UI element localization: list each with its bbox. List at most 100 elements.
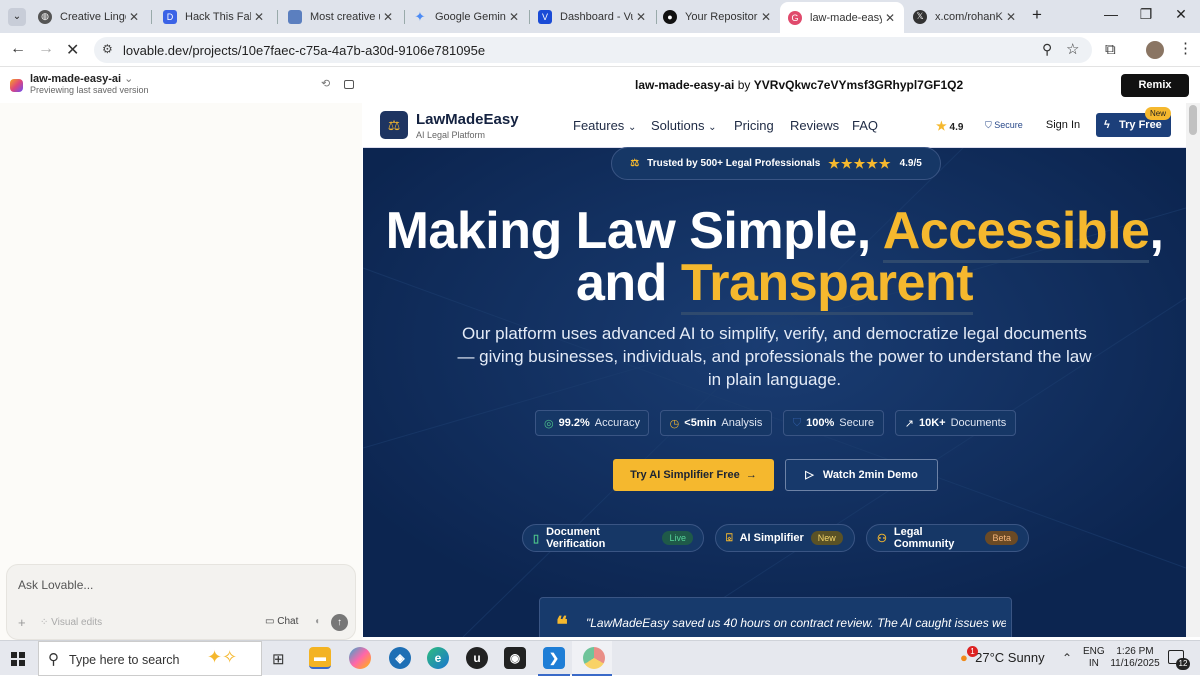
copilot-icon[interactable] [349,647,371,669]
feature-legal-community[interactable]: ⚇ Legal Community Beta [866,524,1029,552]
github-icon: ● [663,9,677,24]
watch-demo-button[interactable]: ▷ Watch 2min Demo [785,459,938,491]
play-icon: ▷ [805,469,814,481]
stat-analysis: ◷ <5min Analysis [660,410,772,436]
close-tab-icon[interactable]: ✕ [882,11,898,25]
hero-subtitle: Our platform uses advanced AI to simplif… [457,324,1092,389]
arrow-right-icon: → [745,469,757,481]
close-tab-icon[interactable]: ✕ [251,10,267,24]
remix-button[interactable]: Remix [1121,74,1189,97]
sidebar-toggle-icon[interactable] [344,80,354,89]
browser-tab-strip: ⌄ ◍ Creative Lingo.d ✕ D Hack This Fall … [0,0,1200,33]
close-tab-icon[interactable]: ✕ [633,10,649,24]
bookmark-star-icon[interactable]: ☆ [1066,40,1079,58]
windows-start-icon[interactable] [11,652,25,666]
shield-icon: ⛉ [792,416,802,429]
feature-document-verification[interactable]: ▯ Document Verification Live [522,524,704,552]
url-text[interactable]: lovable.dev/projects/10e7faec-c75a-4a7b-… [123,43,485,58]
laptop-icon [288,9,302,24]
project-name[interactable]: law-made-easy-ai ⌄ [30,72,133,85]
taskbar-search-box[interactable]: ⚲ Type here to search ✦✧ [38,641,262,676]
language-indicator[interactable]: ENG IN [1083,646,1105,670]
preview-scrollbar[interactable] [1186,103,1200,637]
close-tab-icon[interactable]: ✕ [758,10,774,24]
attach-plus-icon[interactable]: + [18,615,26,630]
globe-icon: ◍ [38,9,52,24]
beta-badge: Beta [985,531,1018,545]
chat-input[interactable]: Ask Lovable... [18,578,93,592]
task-view-icon[interactable]: ⊞ [272,650,285,668]
live-badge: Live [662,531,693,545]
profile-avatar[interactable] [1146,41,1164,59]
chat-mode-button[interactable]: ▭ Chat [265,616,298,627]
nav-solutions[interactable]: Solutions ⌄ [651,118,717,133]
history-icon[interactable]: ⟲ [321,77,330,90]
shield-icon: ⛉ [985,120,992,130]
star-icon: ★ [936,119,947,133]
bot-icon: ⌺ [726,531,733,544]
back-icon[interactable]: ← [10,40,26,58]
feature-ai-simplifier[interactable]: ⌺ AI Simplifier New [715,524,855,552]
forward-icon[interactable]: → [38,40,54,58]
close-tab-icon[interactable]: ✕ [126,10,142,24]
browser-tab[interactable]: ◍ Creative Lingo.d ✕ [30,4,148,29]
taskbar-search-input[interactable]: Type here to search [69,653,179,667]
weather-widget[interactable]: ● 1 27°C Sunny [960,646,1045,665]
nav-pricing[interactable]: Pricing [734,118,774,133]
testimonial-card: ❝ "LawMadeEasy saved us 40 hours on cont… [539,597,1012,637]
close-tab-icon[interactable]: ✕ [506,10,522,24]
site-brand[interactable]: LawMadeEasy [416,111,519,128]
maximize-button[interactable]: ❐ [1131,6,1161,23]
extensions-icon[interactable]: ⧉ [1105,41,1116,58]
browser-tab[interactable]: 𝕏 x.com/rohanKu3 ✕ [905,4,1025,29]
site-settings-icon[interactable]: ⚙ [102,42,113,56]
lightning-icon: ϟ [1104,119,1110,131]
browser-tab[interactable]: D Hack This Fall 20 ✕ [155,4,273,29]
scrollbar-thumb[interactable] [1189,105,1197,135]
voice-icon[interactable]: ◖ [314,616,320,627]
nav-reviews[interactable]: Reviews [790,118,839,133]
close-tab-icon[interactable]: ✕ [1003,10,1019,24]
file-explorer-icon[interactable]: ▬ [309,647,331,669]
omnibox[interactable]: ⚙ lovable.dev/projects/10e7faec-c75a-4a7… [94,37,1092,63]
zoom-icon[interactable]: ⚲ [1042,41,1052,58]
search-icon: ⚲ [48,651,59,668]
github-desktop-icon[interactable]: ◉ [504,647,526,669]
clock[interactable]: 1:26 PM 11/16/2025 [1106,646,1164,670]
check-circle-icon: ◎ [543,417,554,430]
windows-taskbar: ⚲ Type here to search ✦✧ ⊞ ▬ ◈ e u ◉ ❯ ●… [0,640,1200,676]
stat-documents: ↗ 10K+ Documents [895,410,1016,436]
new-badge: New [1145,107,1172,120]
chat-input-box[interactable]: Ask Lovable... + ⁘ Visual edits ▭ Chat ◖… [6,564,356,640]
tab-search-dropdown-icon[interactable]: ⌄ [8,8,26,26]
browser-tab[interactable]: ✦ Google Gemini ✕ [405,4,528,29]
transparent-highlight: Transparent [680,254,974,315]
app-u-icon[interactable]: u [466,647,488,669]
app-icon[interactable]: ◈ [389,647,411,669]
browser-menu-icon[interactable]: ⋮ [1178,39,1193,57]
stop-loading-icon[interactable]: ✕ [66,40,79,60]
new-tab-button[interactable]: + [1032,5,1042,25]
browser-tab[interactable]: ● Your Repositorie ✕ [655,4,780,29]
five-stars-icon: ★★★★★ [828,155,892,171]
hero-headline-line2: and Transparent [363,253,1186,315]
close-window-button[interactable]: ✕ [1166,6,1196,23]
chevron-up-icon[interactable]: ⌃ [1062,651,1072,665]
chevron-down-icon: ⌄ [708,122,717,133]
nav-features[interactable]: Features ⌄ [573,118,636,133]
visual-edits-button[interactable]: ⁘ Visual edits [40,617,102,628]
close-tab-icon[interactable]: ✕ [380,10,396,24]
minimize-button[interactable]: — [1096,6,1126,22]
nav-faq[interactable]: FAQ [852,118,878,133]
browser-tab-active[interactable]: G law-made-easy- ✕ [780,2,904,33]
browser-tab[interactable]: Most creative us ✕ [280,4,402,29]
sign-in-button[interactable]: Sign In [1037,113,1089,137]
rating-display: ★ 4.9 [936,119,964,133]
quote-icon: ❝ [556,612,568,637]
send-button[interactable]: ↑ [331,614,348,631]
edge-icon[interactable]: e [427,647,449,669]
browser-tab[interactable]: V Dashboard - Vul ✕ [530,4,655,29]
try-ai-simplifier-button[interactable]: Try AI Simplifier Free → [613,459,774,491]
address-bar-row: ← → ✕ ⚙ lovable.dev/projects/10e7faec-c7… [0,33,1200,67]
secure-indicator: ⛉ Secure [985,120,1023,130]
